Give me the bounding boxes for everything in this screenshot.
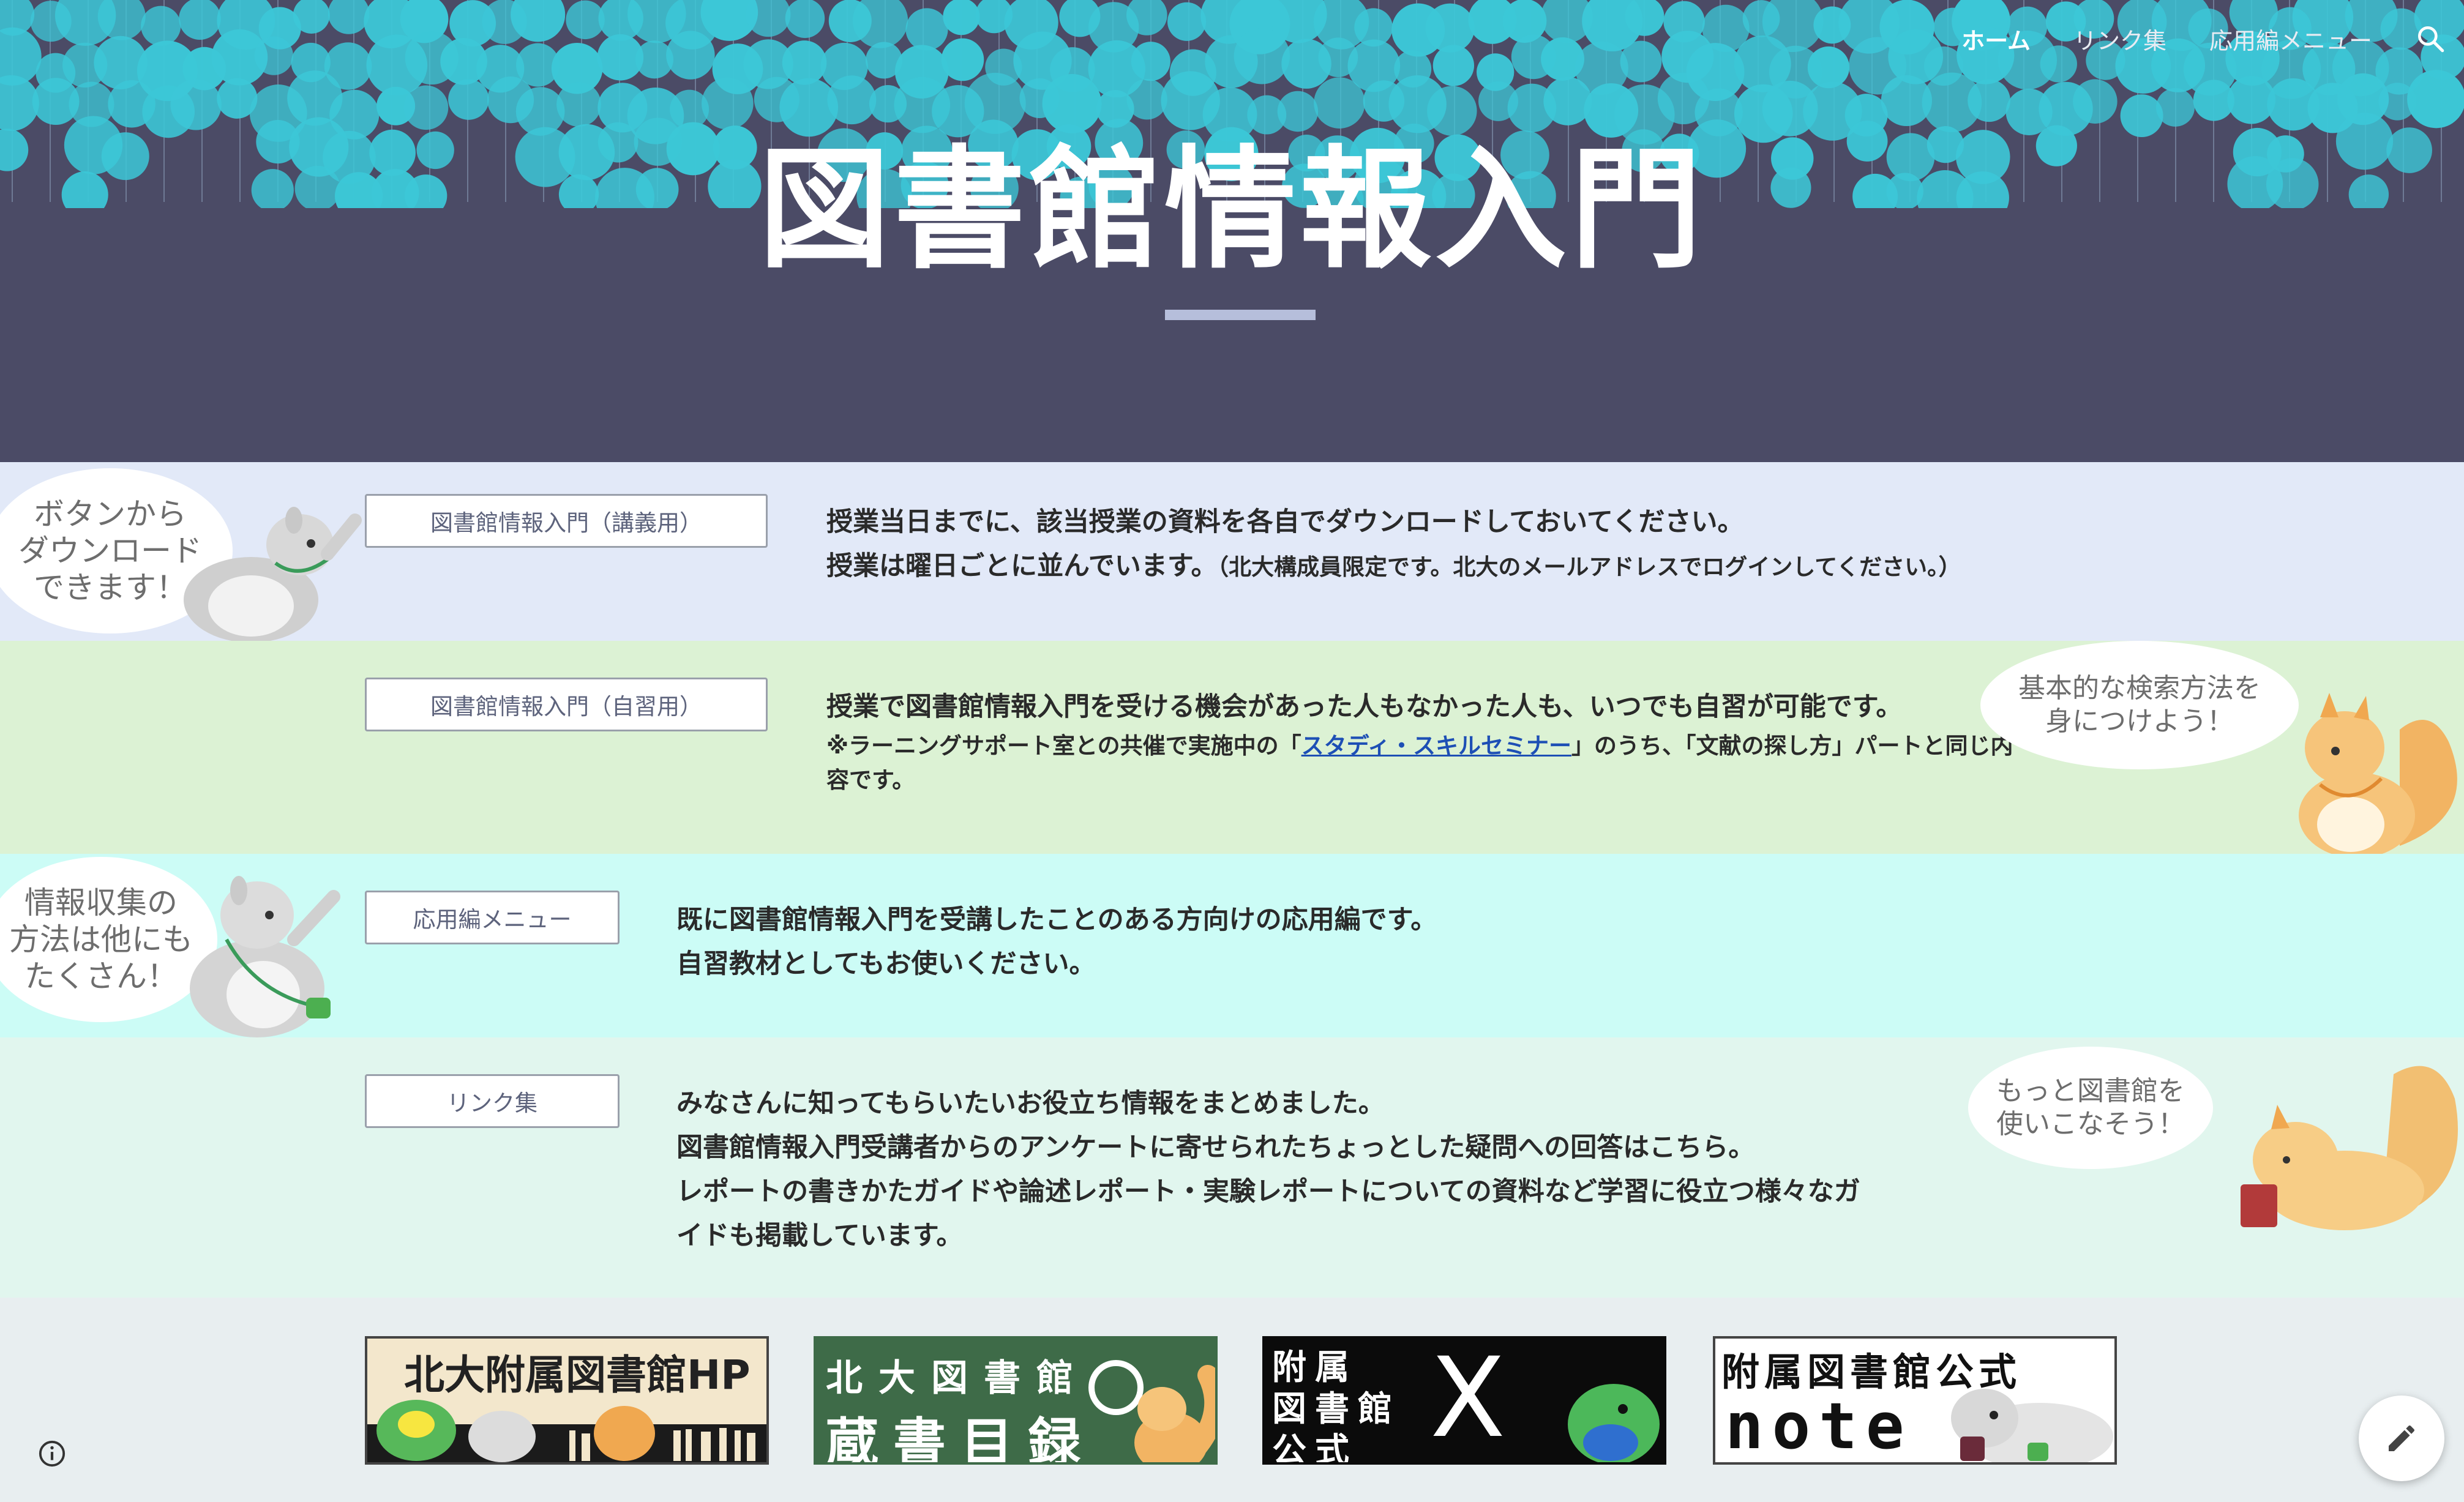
dot	[1131, 42, 1170, 81]
section-links: リンク集 みなさんに知ってもらいたいお役立ち情報をまとめました。 図書館情報入門…	[0, 1037, 2464, 1298]
dot	[852, 0, 908, 48]
dot	[179, 0, 221, 40]
links-description: みなさんに知ってもらいたいお役立ち情報をまとめました。 図書館情報入門受講者から…	[676, 1088, 1860, 1251]
lecture-materials-button[interactable]: 図書館情報入門（講義用）	[365, 494, 768, 548]
speech-bubble-selfstudy: 基本的な検索方法を 身につけよう！	[1980, 641, 2299, 769]
dot	[905, 8, 948, 51]
dot	[324, 42, 372, 90]
selfstudy-button[interactable]: 図書館情報入門（自習用）	[365, 678, 768, 731]
dot	[1427, 86, 1477, 136]
flying-squirrel-mascot-with-bag	[190, 876, 340, 1037]
dot	[2073, 79, 2118, 124]
dot	[1968, 79, 2010, 122]
dot	[2120, 94, 2163, 138]
magnifier-squirrel-illustration	[1088, 1360, 1215, 1462]
dot	[782, 40, 827, 85]
x-logo: X	[1430, 1336, 1506, 1462]
dot	[941, 38, 984, 81]
dot	[254, 36, 294, 75]
flying-squirrel-note-illustration	[1951, 1389, 2113, 1462]
dot	[1277, 91, 1319, 132]
nav-item-home[interactable]: ホーム	[1961, 22, 2031, 56]
dot	[785, 0, 825, 39]
dot	[702, 77, 754, 130]
links-button[interactable]: リンク集	[365, 1074, 620, 1128]
selfstudy-description: 授業で図書館情報入門を受ける機会があった人もなかった人も、いつでも自習が可能です…	[826, 692, 2013, 793]
dot	[403, 85, 449, 130]
bird-mascot-reading	[1568, 1384, 1660, 1462]
top-nav: ホーム リンク集 応用編メニュー	[1961, 23, 2464, 54]
dot	[943, 0, 980, 35]
dot	[746, 0, 791, 37]
dot	[1432, 45, 1475, 86]
advanced-menu-button[interactable]: 応用編メニュー	[365, 891, 620, 944]
dot	[556, 82, 601, 127]
search-icon[interactable]	[2415, 23, 2446, 54]
note-logo: note	[1725, 1389, 1913, 1463]
catalog-banner[interactable]: 北大図書館 蔵書目録	[814, 1336, 1218, 1465]
section-lecture: ボタンから ダウンロード できます！ 図書館情報入門（講義用） 授業当日までに、該当…	[0, 462, 2464, 643]
dot	[827, 75, 877, 125]
pencil-icon	[2389, 1425, 2415, 1451]
nav-item-links[interactable]: リンク集	[2073, 22, 2166, 56]
dot	[2407, 70, 2464, 129]
squirrel-reading-mascot	[2241, 1066, 2458, 1230]
page-title: 図書館情報入門	[758, 133, 1706, 286]
dot	[1425, 3, 1475, 53]
dot	[666, 31, 715, 80]
note-official-banner[interactable]: 附属図書館公式 note	[1713, 1336, 2117, 1465]
dot	[2155, 88, 2195, 127]
info-icon[interactable]	[38, 1440, 66, 1468]
dot	[170, 79, 222, 130]
lecture-description: 授業当日までに、該当授業の資料を各自でダウンロードしておいてください。 授業は曜…	[826, 507, 1961, 581]
title-underline	[1165, 310, 1316, 320]
bookshelf-mascots-illustration	[367, 1400, 766, 1462]
study-skill-seminar-link[interactable]: スタディ・スキルセミナー	[1301, 733, 1571, 759]
speech-bubble-links: もっと図書館を 使いこなそう！	[1968, 1047, 2213, 1169]
squirrel-mascot	[2299, 693, 2457, 854]
site-header: ホーム リンク集 応用編メニュー 図書館情報入門	[0, 0, 2464, 462]
library-hp-banner[interactable]: 北大附属図書館HP	[365, 1336, 769, 1465]
dot	[448, 79, 489, 120]
flying-squirrel-mascot	[184, 507, 362, 643]
edit-button[interactable]	[2359, 1396, 2444, 1481]
dot	[141, 6, 181, 46]
dot	[1167, 2, 1207, 41]
advanced-description: 既に図書館情報入門を受講したことのある方向けの応用編です。 自習教材としてもお使…	[676, 905, 1437, 979]
x-official-banner[interactable]: 附属 図書館 公式 X	[1262, 1336, 1666, 1465]
nav-item-advanced-menu[interactable]: 応用編メニュー	[2209, 22, 2372, 56]
dot	[328, 0, 370, 34]
section-selfstudy: 図書館情報入門（自習用） 授業で図書館情報入門を受ける機会があった人もなかった人…	[0, 641, 2464, 854]
dot	[1620, 40, 1662, 83]
section-advanced: 情報収集の 方法は他にも たくさん！ 応用編メニュー 既に図書館情報入門を受講したこ…	[0, 854, 2464, 1037]
